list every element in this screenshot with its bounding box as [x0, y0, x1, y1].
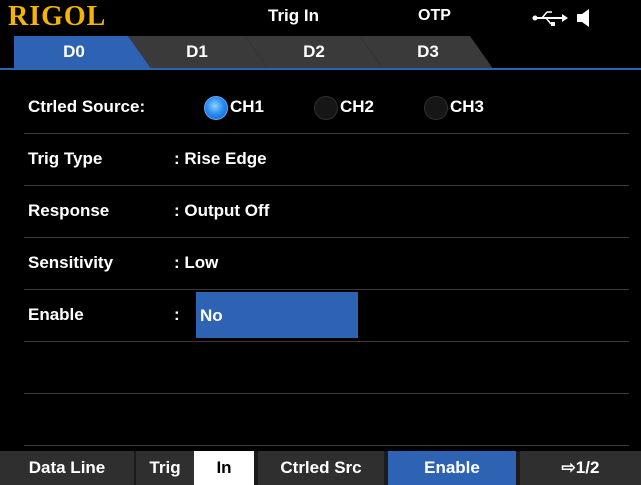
softkey-in[interactable]: In [194, 451, 254, 485]
response-label: Response [28, 201, 110, 220]
tab-d0[interactable]: D0 [44, 42, 104, 62]
softkey-label: ⇨1/2 [561, 458, 600, 477]
settings-panel: Ctrled Source: CH1 CH2 CH3 Trig Type : R… [10, 82, 633, 446]
otp-indicator: OTP [418, 7, 451, 24]
radio-ch1-label: CH1 [230, 97, 265, 116]
speaker-icon [577, 9, 589, 27]
softkey-label: Ctrled Src [280, 458, 362, 477]
brand-logo: RIGOL [8, 1, 107, 32]
softkey-next-page[interactable]: ⇨1/2 [520, 451, 641, 485]
enable-colon: : [174, 305, 180, 324]
radio-ch3-icon [424, 96, 448, 120]
radio-ch3-label: CH3 [450, 97, 485, 116]
softkey-bar: Data Line Trig In Ctrled Src Enable ⇨1/2 [0, 451, 641, 485]
response-value: : Output Off [174, 201, 270, 220]
radio-ch2-label: CH2 [340, 97, 375, 116]
sensitivity-row[interactable]: Sensitivity : Low [24, 238, 629, 290]
softkey-data-line[interactable]: Data Line [0, 451, 134, 485]
tab-d3[interactable]: D3 [398, 42, 458, 62]
ctrled-source-label: Ctrled Source: [28, 97, 146, 116]
trig-type-value: : Rise Edge [174, 149, 267, 168]
tab-d2[interactable]: D2 [284, 42, 344, 62]
softkey-label: In [216, 458, 232, 477]
softkey-ctrled-src[interactable]: Ctrled Src [258, 451, 384, 485]
response-row[interactable]: Response : Output Off [24, 186, 629, 238]
channel-tabs: D0 D1 D2 D3 [0, 36, 641, 70]
radio-ch2-icon [314, 96, 338, 120]
softkey-label: Enable [424, 458, 480, 477]
usb-icon [532, 11, 568, 26]
ctrled-source-row: Ctrled Source: CH1 CH2 CH3 [24, 82, 629, 134]
softkey-label: Trig [149, 458, 181, 477]
empty-row [24, 394, 629, 446]
softkey-trig[interactable]: Trig [136, 451, 194, 485]
softkey-enable[interactable]: Enable [388, 451, 516, 485]
sensitivity-value: : Low [174, 253, 219, 272]
tab-d1[interactable]: D1 [167, 42, 227, 62]
enable-label: Enable [28, 305, 84, 324]
radio-ch1-icon [204, 96, 228, 120]
trig-type-label: Trig Type [28, 149, 103, 168]
softkey-label: Data Line [28, 458, 106, 477]
mode-title: Trig In [268, 6, 319, 25]
trig-type-row[interactable]: Trig Type : Rise Edge [24, 134, 629, 186]
sensitivity-label: Sensitivity [28, 253, 114, 272]
enable-value-field[interactable]: No [196, 292, 358, 338]
status-bar: RIGOL Trig In OTP [0, 0, 641, 33]
empty-row [24, 342, 629, 394]
enable-value: No [200, 306, 223, 325]
